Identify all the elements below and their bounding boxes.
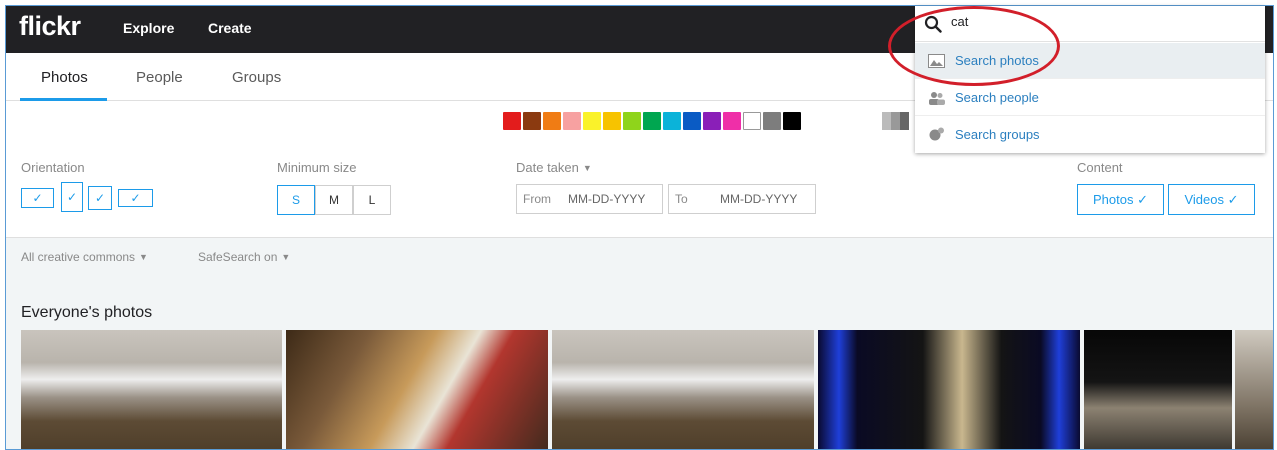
tone-swatch[interactable] [900,112,909,130]
suggestion-label: Search photos [955,53,1039,68]
search-input[interactable] [951,14,1251,29]
people-icon [929,91,945,105]
color-swatch[interactable] [623,112,641,130]
check-icon: ✓ [130,191,141,205]
date-from-input[interactable]: From MM-DD-YYYY [516,184,663,214]
color-swatch[interactable] [583,112,601,130]
color-swatch[interactable] [563,112,581,130]
suggestion-search-photos[interactable]: Search photos [915,43,1265,79]
tab-photos[interactable]: Photos [41,69,88,86]
date-to-placeholder: MM-DD-YYYY [720,192,798,206]
content-photos-toggle[interactable]: Photos ✓ [1077,184,1164,215]
orientation-portrait[interactable]: ✓ [61,182,83,212]
nav-create[interactable]: Create [208,20,252,36]
photo-thumbnail[interactable] [552,330,814,449]
tab-groups[interactable]: Groups [232,69,281,86]
orientation-panorama[interactable]: ✓ [118,189,153,207]
check-icon: ✓ [66,190,78,204]
flickr-logo[interactable]: flickr [19,11,81,42]
suggestion-label: Search groups [955,126,1040,142]
nav-explore[interactable]: Explore [123,20,174,36]
caret-down-icon: ▼ [281,252,291,262]
date-from-placeholder: MM-DD-YYYY [568,192,646,206]
image-icon [928,53,945,68]
license-dropdown[interactable]: All creative commons ▼ [21,250,148,264]
active-tab-indicator [20,98,107,101]
color-swatch[interactable] [743,112,761,130]
color-swatches [503,112,803,130]
check-icon: ✓ [32,191,43,205]
date-from-label: From [523,192,551,206]
date-taken-dropdown[interactable]: Date taken ▼ [516,160,592,175]
suggestion-label: Search people [955,90,1039,105]
search-icon[interactable] [924,15,942,33]
tab-people[interactable]: People [136,69,183,86]
color-swatch[interactable] [783,112,801,130]
photo-thumbnail[interactable] [1084,330,1232,449]
color-swatch[interactable] [763,112,781,130]
size-small-button[interactable]: S [277,185,315,215]
safesearch-dropdown[interactable]: SafeSearch on ▼ [198,250,290,264]
search-box[interactable] [915,6,1265,42]
color-swatch[interactable] [643,112,661,130]
date-taken-label: Date taken [516,160,579,175]
color-swatch[interactable] [703,112,721,130]
size-medium-button[interactable]: M [315,185,353,215]
results-heading: Everyone's photos [21,304,153,321]
content-videos-toggle[interactable]: Videos ✓ [1168,184,1255,215]
photo-thumbnail[interactable] [1235,330,1273,449]
suggestion-search-people[interactable]: Search people [915,80,1265,116]
photo-thumbnail[interactable] [21,330,282,449]
groups-icon [929,127,944,141]
color-swatch[interactable] [503,112,521,130]
search-dropdown: Search photos Search people Search group… [915,6,1265,153]
safesearch-label: SafeSearch on [198,250,278,264]
color-swatch[interactable] [543,112,561,130]
date-to-input[interactable]: To MM-DD-YYYY [668,184,816,214]
color-swatch[interactable] [683,112,701,130]
color-swatch[interactable] [603,112,621,130]
content-label: Content [1077,160,1123,175]
orientation-label: Orientation [21,160,85,175]
results-area: All creative commons ▼ SafeSearch on ▼ Eve… [6,237,1273,449]
check-icon: ✓ [94,191,106,205]
suggestion-search-groups[interactable]: Search groups [915,116,1265,152]
license-label: All creative commons [21,250,136,264]
tone-swatches [882,112,909,130]
color-swatch[interactable] [663,112,681,130]
size-large-button[interactable]: L [353,185,391,215]
tone-swatch[interactable] [882,112,891,130]
orientation-square[interactable]: ✓ [88,186,112,210]
min-size-label: Minimum size [277,160,357,175]
photo-thumbnail[interactable] [286,330,548,449]
date-to-label: To [675,192,688,206]
orientation-landscape[interactable]: ✓ [21,188,54,208]
caret-down-icon: ▼ [139,252,148,262]
caret-down-icon: ▼ [582,163,592,173]
color-swatch[interactable] [723,112,741,130]
color-swatch[interactable] [523,112,541,130]
photo-thumbnail[interactable] [818,330,1080,449]
tone-swatch[interactable] [891,112,900,130]
